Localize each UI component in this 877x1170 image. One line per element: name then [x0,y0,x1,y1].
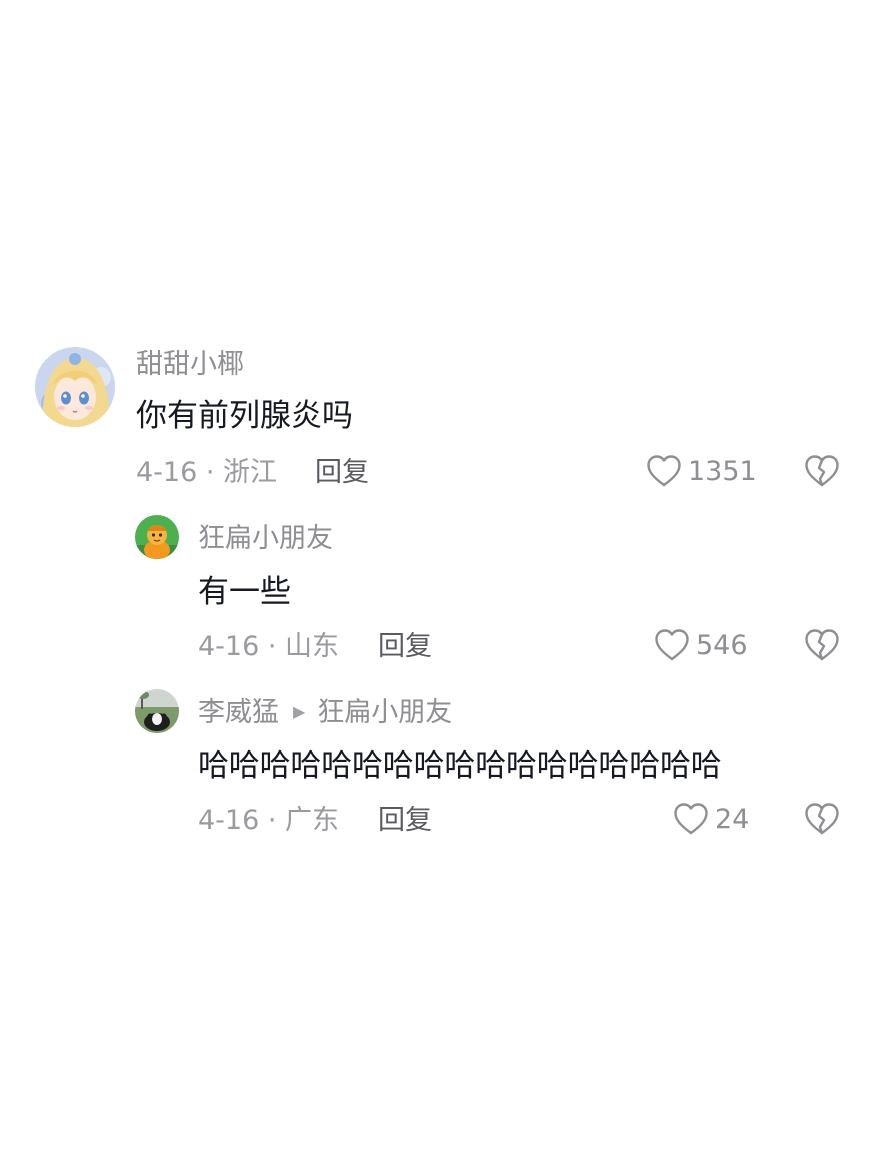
reply-button[interactable]: 回复 [378,633,432,660]
comment-text: 哈哈哈哈哈哈哈哈哈哈哈哈哈哈哈哈哈 [198,748,722,784]
like-button[interactable]: 1351 [646,454,757,488]
anime-girl-avatar-icon [35,347,115,427]
comment-text: 你有前列腺炎吗 [136,398,353,434]
comment-text: 有一些 [198,574,291,610]
dislike-button[interactable] [804,802,840,836]
reply-button[interactable]: 回复 [378,807,432,834]
avatar[interactable] [35,347,115,427]
broken-heart-icon [805,455,839,487]
comment-date-location: 4-16 · 山东 [198,631,340,662]
avatar[interactable] [135,689,179,733]
like-button[interactable]: 24 [673,802,749,836]
comment-date-location: 4-16 · 浙江 [136,457,278,488]
heart-outline-icon [647,455,681,487]
dislike-button[interactable] [804,454,840,488]
dog-photo-avatar-icon [135,689,179,733]
username[interactable]: 甜甜小椰 [136,351,244,378]
heart-outline-icon [674,803,708,835]
username[interactable]: 狂扁小朋友 [198,525,333,552]
avatar[interactable] [135,515,179,559]
dislike-button[interactable] [804,628,840,662]
broken-heart-icon [805,629,839,661]
heart-outline-icon [655,629,689,661]
username[interactable]: 李威猛 [198,697,279,728]
like-count: 546 [696,629,748,661]
username-line: 李威猛 ▶ 狂扁小朋友 [198,699,452,726]
broken-heart-icon [805,803,839,835]
cartoon-character-avatar-icon [135,515,179,559]
like-count: 1351 [688,455,757,487]
triangle-right-icon: ▶ [293,702,306,721]
like-button[interactable]: 546 [654,628,748,662]
reply-button[interactable]: 回复 [315,459,369,486]
comment-date-location: 4-16 · 广东 [198,805,340,836]
reply-to-username[interactable]: 狂扁小朋友 [317,697,452,728]
like-count: 24 [715,803,750,835]
